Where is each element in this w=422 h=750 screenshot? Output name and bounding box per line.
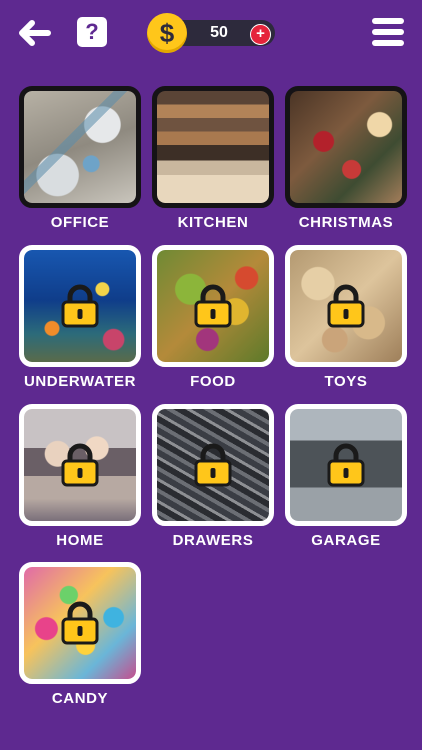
lock-icon [194, 443, 232, 487]
level-card-drawers[interactable] [152, 404, 274, 526]
kitchen-thumbnail [157, 91, 269, 203]
level-label-kitchen: KITCHEN [177, 214, 249, 231]
help-button[interactable]: ? [77, 17, 107, 47]
top-bar: ? $ 50 + [0, 0, 422, 68]
office-thumbnail [24, 91, 136, 203]
level-card-food[interactable] [152, 245, 274, 367]
coin-amount: 50 [210, 24, 228, 41]
add-coins-button[interactable]: + [250, 24, 271, 45]
level-card-kitchen[interactable] [152, 86, 274, 208]
level-card-home[interactable] [19, 404, 141, 526]
lock-icon [327, 443, 365, 487]
coin-icon: $ [147, 13, 187, 53]
level-label-home: HOME [56, 532, 104, 549]
question-mark-icon: ? [85, 19, 99, 44]
level-label-drawers: DRAWERS [172, 532, 254, 549]
level-label-christmas: CHRISTMAS [298, 214, 394, 231]
level-card-toys[interactable] [285, 245, 407, 367]
lock-icon [194, 284, 232, 328]
level-card-garage[interactable] [285, 404, 407, 526]
menu-button[interactable] [372, 18, 406, 48]
level-card-christmas[interactable] [285, 86, 407, 208]
lock-icon [61, 601, 99, 645]
back-button[interactable] [14, 14, 52, 52]
level-label-food: FOOD [190, 373, 236, 390]
lock-icon [327, 284, 365, 328]
level-label-underwater: UNDERWATER [23, 373, 137, 390]
lock-icon [61, 443, 99, 487]
level-label-candy: CANDY [51, 690, 109, 707]
level-label-toys: TOYS [324, 373, 368, 390]
level-label-garage: GARAGE [311, 532, 381, 549]
arrow-left-icon [19, 20, 51, 46]
level-card-underwater[interactable] [19, 245, 141, 367]
level-label-office: OFFICE [50, 214, 110, 231]
level-card-office[interactable] [19, 86, 141, 208]
lock-icon [61, 284, 99, 328]
plus-icon: + [256, 25, 265, 42]
hamburger-menu-icon [372, 18, 404, 24]
level-card-candy[interactable] [19, 562, 141, 684]
christmas-thumbnail [290, 91, 402, 203]
